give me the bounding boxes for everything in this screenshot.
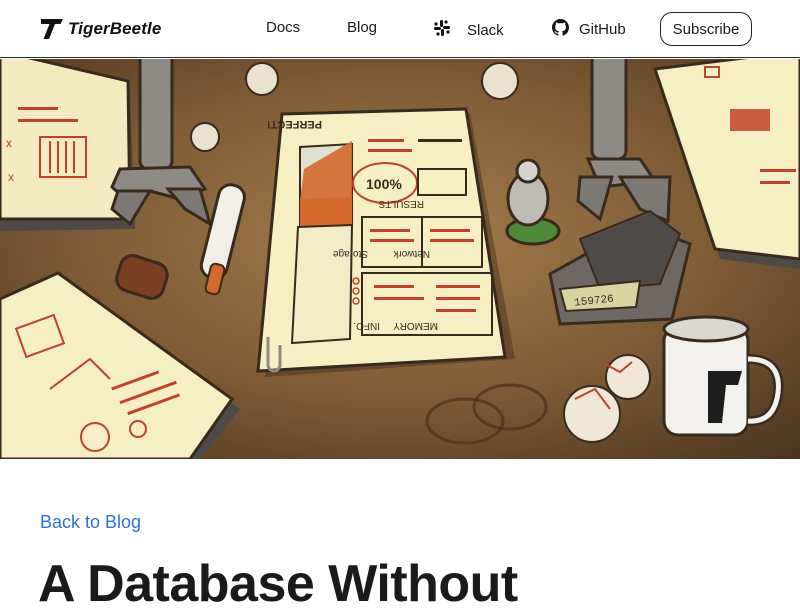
percent-label: 100% bbox=[366, 176, 402, 192]
back-to-blog-link[interactable]: Back to Blog bbox=[40, 512, 141, 533]
svg-text:x: x bbox=[8, 170, 14, 184]
desk-scene: x x PERFECT! 100% RESULTS Network Storag… bbox=[0, 59, 800, 459]
github-icon bbox=[552, 19, 569, 40]
tigerbeetle-logo-icon bbox=[41, 19, 63, 39]
brand-name: TigerBeetle bbox=[68, 19, 162, 38]
memory-label: MEMORY bbox=[393, 320, 438, 331]
results-label: RESULTS bbox=[378, 198, 424, 209]
site-header: TigerBeetle Docs Blog Slack GitHub Subsc… bbox=[0, 0, 800, 58]
nav-slack-label: Slack bbox=[467, 21, 504, 39]
network-label: Network bbox=[392, 248, 430, 259]
info-label: INFO. bbox=[353, 320, 380, 331]
hero-illustration: x x PERFECT! 100% RESULTS Network Storag… bbox=[0, 59, 800, 459]
nav-blog-link[interactable]: Blog bbox=[347, 19, 377, 36]
perfect-stamp-text: PERFECT! bbox=[267, 118, 322, 130]
nav-github-link[interactable]: GitHub bbox=[552, 19, 626, 40]
nav-github-label: GitHub bbox=[579, 21, 626, 38]
article-title: A Database Without bbox=[38, 555, 518, 613]
svg-text:x: x bbox=[6, 136, 12, 150]
central-report-document: PERFECT! 100% RESULTS Network Storage ME… bbox=[256, 107, 515, 377]
brand-logo[interactable]: TigerBeetle bbox=[40, 18, 161, 40]
crumpled-paper bbox=[481, 62, 519, 100]
nav-slack-link[interactable]: Slack bbox=[433, 19, 504, 41]
subscribe-button[interactable]: Subscribe bbox=[660, 12, 752, 46]
storage-label: Storage bbox=[333, 248, 368, 259]
slack-icon bbox=[433, 19, 451, 41]
nav-docs-link[interactable]: Docs bbox=[266, 19, 300, 36]
